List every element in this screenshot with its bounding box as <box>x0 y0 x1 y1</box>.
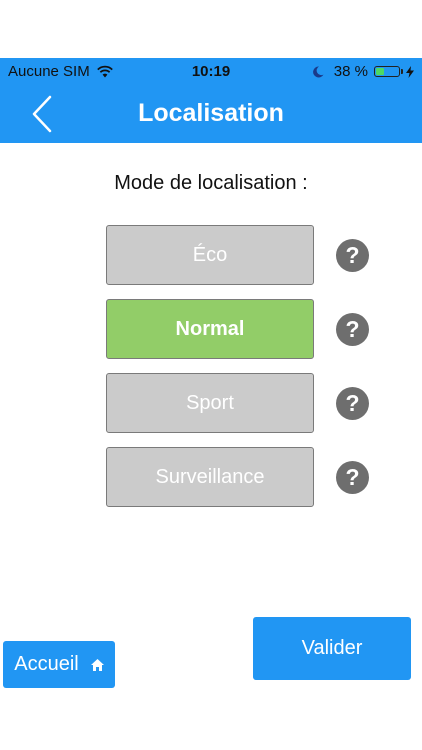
mode-row-surveillance: Surveillance ? <box>106 447 370 509</box>
mode-button-normal[interactable]: Normal <box>106 299 314 359</box>
battery-icon <box>374 66 400 77</box>
page-title: Localisation <box>138 99 284 127</box>
mode-button-surveillance[interactable]: Surveillance <box>106 447 314 507</box>
home-button-label: Accueil <box>14 653 79 675</box>
battery-percent: 38 % <box>333 63 368 80</box>
mode-button-sport[interactable]: Sport <box>106 373 314 433</box>
mode-label: Mode de localisation : <box>114 172 308 194</box>
moon-icon <box>312 65 324 77</box>
validate-button[interactable]: Valider <box>253 617 411 680</box>
mode-row-sport: Sport ? <box>106 373 370 435</box>
mode-button-eco[interactable]: Éco <box>106 225 314 285</box>
battery-fill <box>376 68 385 75</box>
home-button[interactable]: Accueil <box>3 641 115 688</box>
help-eco-icon[interactable]: ? <box>336 239 369 272</box>
home-icon <box>90 658 104 671</box>
status-bar: Aucune SIM 10:19 38 % <box>0 58 422 85</box>
mode-row-eco: Éco ? <box>106 225 370 287</box>
battery-tip <box>401 69 403 74</box>
help-sport-icon[interactable]: ? <box>336 387 369 420</box>
help-surveillance-icon[interactable]: ? <box>336 461 369 494</box>
navigation-bar: Localisation <box>0 85 422 143</box>
help-normal-icon[interactable]: ? <box>336 313 369 346</box>
mode-row-normal: Normal ? <box>106 299 370 361</box>
charging-bolt-icon <box>406 65 414 78</box>
status-right-group: 38 % <box>312 63 414 80</box>
